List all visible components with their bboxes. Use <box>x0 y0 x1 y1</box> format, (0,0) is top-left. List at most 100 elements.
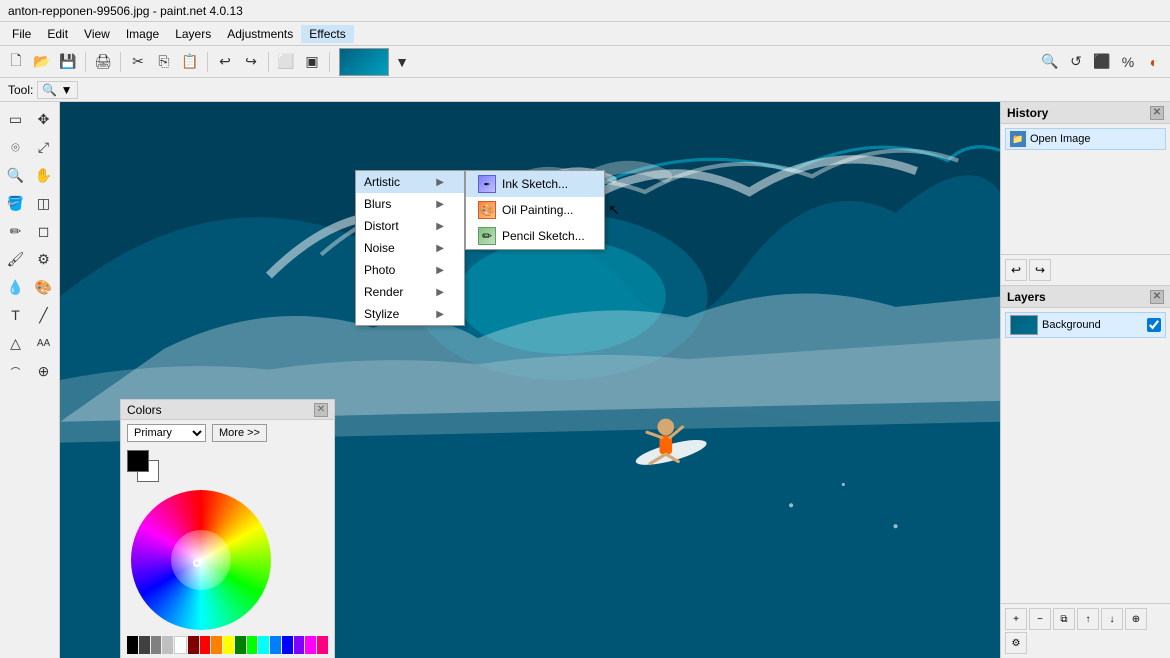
paste-button[interactable]: 📋 <box>178 50 202 74</box>
palette-pink[interactable] <box>317 636 328 654</box>
save-button[interactable]: 💾 <box>56 50 80 74</box>
color-wheel[interactable] <box>131 490 271 630</box>
history-actions: ↩ ↪ <box>1001 254 1170 285</box>
history-title: History <box>1007 106 1048 120</box>
palette-gray[interactable] <box>151 636 162 654</box>
effects-stylize-item[interactable]: Stylize ▶ <box>356 303 464 325</box>
eraser-tool[interactable]: ◻ <box>31 218 57 244</box>
foreground-color-swatch[interactable] <box>127 450 149 472</box>
layer-background-item[interactable]: Background <box>1005 312 1166 338</box>
stamp-tool[interactable]: ⚙ <box>31 246 57 272</box>
shapes-tool[interactable]: △ <box>3 330 29 356</box>
palette-magenta[interactable] <box>305 636 316 654</box>
redo-button[interactable]: ↪ <box>239 50 263 74</box>
colors-close-button[interactable]: ✕ <box>314 403 328 417</box>
lasso-tool[interactable]: ⌾ <box>3 134 29 160</box>
menu-image[interactable]: Image <box>118 25 167 43</box>
palette-orange[interactable] <box>211 636 222 654</box>
effects-photo-item[interactable]: Photo ▶ <box>356 259 464 281</box>
ink-sketch-item[interactable]: ✒ Ink Sketch... ↖ <box>466 171 604 197</box>
history-undo-button[interactable]: ↩ <box>1005 259 1027 281</box>
aa-tool[interactable]: AA <box>31 330 57 356</box>
effects-dropdown: Artistic ▶ Blurs ▶ Distort ▶ Noise ▶ Pho… <box>355 170 465 326</box>
line-tool[interactable]: ╱ <box>31 302 57 328</box>
palette-lightgray[interactable] <box>162 636 173 654</box>
layers-delete-button[interactable]: − <box>1029 608 1051 630</box>
select-all-button[interactable]: ▣ <box>300 50 324 74</box>
menu-layers[interactable]: Layers <box>167 25 219 43</box>
toolbar: 🗋 📂 💾 🖨 ✂ ⎘ 📋 ↩ ↪ ⬜ ▣ ▼ 🔍 ↺ ⬛ % ◐ <box>0 46 1170 78</box>
tool-label: Tool: <box>8 83 33 97</box>
layers-duplicate-button[interactable]: ⧉ <box>1053 608 1075 630</box>
move-select-tool[interactable]: ⤢ <box>31 134 57 160</box>
fit-window[interactable]: ⬛ <box>1090 50 1114 74</box>
layers-merge-button[interactable]: ⊕ <box>1125 608 1147 630</box>
palette-blue[interactable] <box>270 636 281 654</box>
paint-bucket[interactable]: 🪣 <box>3 190 29 216</box>
palette-white[interactable] <box>174 636 187 654</box>
refresh-button[interactable]: ↺ <box>1064 50 1088 74</box>
layers-properties-button[interactable]: ⚙ <box>1005 632 1027 654</box>
effects-render-item[interactable]: Render ▶ <box>356 281 464 303</box>
color-picker[interactable]: 🎨 <box>31 274 57 300</box>
palette-row <box>121 636 334 658</box>
print-button[interactable]: 🖨 <box>91 50 115 74</box>
palette-cyan[interactable] <box>258 636 269 654</box>
zoom-percent[interactable]: % <box>1116 50 1140 74</box>
colors-panel: Colors ✕ Primary Secondary More >> <box>120 399 335 658</box>
menu-view[interactable]: View <box>76 25 118 43</box>
layers-up-button[interactable]: ↑ <box>1077 608 1099 630</box>
effects-distort-item[interactable]: Distort ▶ <box>356 215 464 237</box>
tool-selector[interactable]: 🔍 ▼ <box>37 81 77 99</box>
palette-darkgray[interactable] <box>139 636 150 654</box>
menu-file[interactable]: File <box>4 25 39 43</box>
undo-button[interactable]: ↩ <box>213 50 237 74</box>
fg-bg-colors <box>127 450 159 482</box>
menu-effects[interactable]: Effects <box>301 25 353 43</box>
layer-background-checkbox[interactable] <box>1147 318 1161 332</box>
open-button[interactable]: 📂 <box>30 50 54 74</box>
palette-darkgreen[interactable] <box>235 636 246 654</box>
palette-green[interactable] <box>247 636 258 654</box>
effects-noise-item[interactable]: Noise ▶ <box>356 237 464 259</box>
primary-select[interactable]: Primary Secondary <box>127 424 206 442</box>
tool-row-2: ⌾ ⤢ <box>3 134 57 160</box>
layers-add-button[interactable]: + <box>1005 608 1027 630</box>
more-colors-button[interactable]: More >> <box>212 424 267 442</box>
palette-darkblue[interactable] <box>282 636 293 654</box>
palette-yellow[interactable] <box>223 636 234 654</box>
cut-button[interactable]: ✂ <box>126 50 150 74</box>
recolor-tool[interactable]: 💧 <box>3 274 29 300</box>
menu-edit[interactable]: Edit <box>39 25 76 43</box>
history-item[interactable]: 📁 Open Image <box>1005 128 1166 150</box>
layers-down-button[interactable]: ↓ <box>1101 608 1123 630</box>
move-tool[interactable]: ✥ <box>31 106 57 132</box>
palette-red[interactable] <box>200 636 211 654</box>
hand-tool[interactable]: ✋ <box>31 162 57 188</box>
zoom-tool[interactable]: 🔍 <box>1038 50 1062 74</box>
color-adjust[interactable]: ◐ <box>1142 50 1166 74</box>
gradient-tool[interactable]: ◫ <box>31 190 57 216</box>
copy-button[interactable]: ⎘ <box>152 50 176 74</box>
palette-purple[interactable] <box>294 636 305 654</box>
pencil-sketch-item[interactable]: ✏ Pencil Sketch... <box>466 223 604 249</box>
thumbnail-dropdown[interactable]: ▼ <box>395 50 409 74</box>
menu-adjustments[interactable]: Adjustments <box>219 25 301 43</box>
brush-tool[interactable]: 🖌 <box>3 246 29 272</box>
text-tool[interactable]: T <box>3 302 29 328</box>
deselect-button[interactable]: ⬜ <box>274 50 298 74</box>
effects-blurs-item[interactable]: Blurs ▶ <box>356 193 464 215</box>
new-button[interactable]: 🗋 <box>4 50 28 74</box>
palette-darkred[interactable] <box>188 636 199 654</box>
history-redo-button[interactable]: ↪ <box>1029 259 1051 281</box>
pencil-tool[interactable]: ✏ <box>3 218 29 244</box>
layers-close-button[interactable]: ✕ <box>1150 290 1164 304</box>
curve-tool[interactable]: ⌒ <box>3 358 29 384</box>
extra-tool[interactable]: ⊕ <box>31 358 57 384</box>
oil-painting-item[interactable]: 🎨 Oil Painting... <box>466 197 604 223</box>
effects-artistic-item[interactable]: Artistic ▶ <box>356 171 464 193</box>
rectangle-select-tool[interactable]: ▭ <box>3 106 29 132</box>
history-close-button[interactable]: ✕ <box>1150 106 1164 120</box>
zoom-tool[interactable]: 🔍 <box>3 162 29 188</box>
palette-black[interactable] <box>127 636 138 654</box>
